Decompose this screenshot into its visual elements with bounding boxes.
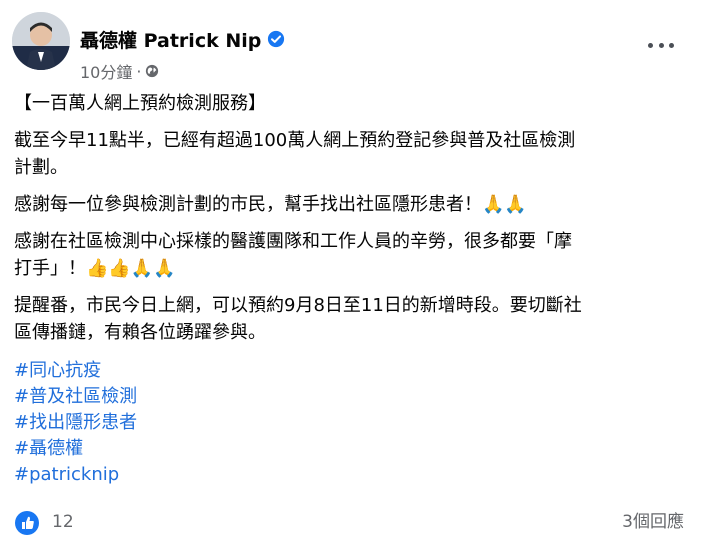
post-body: 【一百萬人網上預約檢測服務】 截至今早11點半，已經有超過100萬人網上預約登記… <box>14 90 686 346</box>
globe-icon[interactable] <box>145 64 159 78</box>
author-name[interactable]: 聶德權 Patrick Nip <box>80 26 261 53</box>
hashtag-link[interactable]: #聶德權 <box>14 436 137 462</box>
like-thumb-icon[interactable] <box>14 510 40 536</box>
hashtag-link[interactable]: #同心抗疫 <box>14 358 137 384</box>
hashtag-link[interactable]: #找出隱形患者 <box>14 410 137 436</box>
more-options-button[interactable] <box>648 36 674 54</box>
comment-count[interactable]: 3個回應 <box>622 510 684 534</box>
hashtag-link[interactable]: #普及社區檢測 <box>14 384 137 410</box>
post-timestamp[interactable]: 10分鐘 <box>80 59 132 83</box>
post-paragraph-3-cont: 打手」！👍👍🙏🙏 <box>14 258 176 279</box>
post-meta: 10分鐘 · <box>80 60 159 82</box>
post-title: 【一百萬人網上預約檢測服務】 <box>14 93 266 114</box>
hashtag-link[interactable]: #patricknip <box>14 462 137 488</box>
like-count[interactable]: 12 <box>52 510 74 534</box>
post-paragraph-2: 感謝每一位參與檢測計劃的市民，幫手找出社區隱形患者！🙏🙏 <box>14 194 527 215</box>
facebook-post: 聶德權 Patrick Nip 10分鐘 · 【一百萬人網上預約檢測服務】 截至… <box>0 0 704 548</box>
post-footer: 12 3個回應 <box>14 508 684 536</box>
post-paragraph-4: 提醒番，市民今日上網，可以預約9月8日至11日的新增時段。要切斷社 <box>14 295 582 316</box>
meta-separator: · <box>136 61 142 81</box>
post-header: 聶德權 Patrick Nip 10分鐘 · <box>12 12 692 82</box>
post-paragraph-1-cont: 計劃。 <box>14 157 68 178</box>
post-paragraph-3: 感謝在社區檢測中心採樣的醫護團隊和工作人員的辛勞，很多都要「摩 <box>14 231 572 252</box>
avatar-photo <box>12 12 70 70</box>
hashtag-list: #同心抗疫 #普及社區檢測 #找出隱形患者 #聶德權 #patricknip <box>14 358 137 488</box>
more-options-icon <box>648 42 653 48</box>
post-paragraph-4-cont: 區傳播鏈，有賴各位踴躍參與。 <box>14 322 266 343</box>
author-row: 聶德權 Patrick Nip <box>80 26 285 52</box>
verified-badge-icon <box>268 30 285 48</box>
author-avatar[interactable] <box>12 12 70 70</box>
post-paragraph-1: 截至今早11點半，已經有超過100萬人網上預約登記參與普及社區檢測 <box>14 130 576 151</box>
